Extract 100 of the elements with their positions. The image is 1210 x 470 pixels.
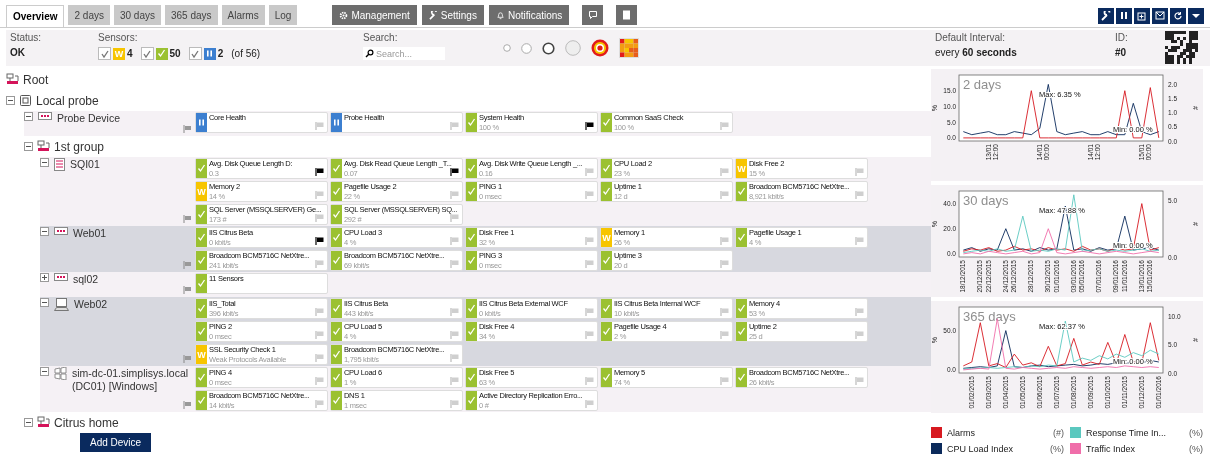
device-label[interactable]: Probe Device	[57, 112, 177, 125]
tab[interactable]: Overview	[6, 5, 65, 27]
tab[interactable]: 365 days	[165, 5, 218, 25]
caret-icon	[1192, 12, 1200, 19]
check-icon	[737, 187, 746, 196]
flag-icon[interactable]	[315, 168, 324, 176]
check-icon	[467, 396, 476, 405]
legend-label: Traffic Index	[1086, 443, 1137, 454]
search-label: Search:	[363, 32, 399, 43]
tab[interactable]: 2 days	[68, 5, 110, 25]
collapse-toggle[interactable]	[24, 418, 33, 427]
check-icon	[467, 304, 476, 313]
wrench-icon	[1101, 10, 1111, 21]
windows-icon	[54, 367, 67, 380]
device-label[interactable]: Web02	[74, 298, 192, 311]
group-icon	[37, 416, 50, 429]
pause-icon	[197, 118, 206, 127]
probe-label[interactable]: Local probe	[36, 93, 99, 108]
check-icon	[332, 396, 341, 405]
search-field[interactable]: Search...	[363, 47, 445, 60]
tab[interactable]: Alarms	[221, 5, 265, 25]
tab[interactable]: Log	[268, 5, 298, 25]
comment-button[interactable]	[582, 5, 604, 25]
dropdown-button[interactable]	[1188, 7, 1204, 24]
check-icon	[602, 304, 611, 313]
collapse-toggle[interactable]	[40, 298, 49, 307]
collapse-toggle[interactable]	[24, 142, 33, 151]
circle-icon[interactable]	[521, 42, 532, 54]
checkbox[interactable]	[188, 47, 202, 60]
check-icon	[197, 304, 206, 313]
checkbox[interactable]	[140, 47, 154, 60]
status-strip: W	[196, 182, 207, 201]
sensor-count: 4	[127, 48, 133, 59]
pause-icon	[1120, 11, 1128, 20]
check-icon	[737, 233, 746, 242]
check-icon	[332, 304, 341, 313]
device-label[interactable]: sql02	[73, 273, 192, 286]
small-circle-icon[interactable]	[503, 44, 511, 52]
device-icon	[38, 112, 52, 120]
check-icon	[332, 164, 341, 173]
check-icon	[197, 210, 206, 219]
root-label[interactable]: Root	[23, 72, 49, 87]
check-icon	[197, 396, 206, 405]
flag-icon[interactable]	[450, 168, 459, 176]
check-icon	[602, 187, 611, 196]
device-label[interactable]: Web01	[73, 227, 192, 240]
add-device-button[interactable]: Add Device	[80, 433, 152, 452]
action-button[interactable]: Settings	[421, 5, 484, 25]
ring-icon[interactable]	[542, 41, 555, 55]
probe-icon	[19, 94, 32, 107]
check-icon	[332, 350, 341, 359]
search-icon	[365, 49, 374, 58]
action-button[interactable]: Management	[332, 5, 417, 25]
qr-code-icon[interactable]	[1165, 31, 1198, 64]
collapse-toggle[interactable]	[24, 112, 33, 121]
legend-label: Response Time In...	[1086, 427, 1168, 438]
id-value: #0	[1115, 47, 1128, 58]
large-circle-icon[interactable]	[565, 40, 581, 56]
wrench-button[interactable]	[1098, 7, 1114, 24]
check-icon	[467, 233, 476, 242]
mail-button[interactable]	[1152, 7, 1168, 24]
speech-bubble-icon	[587, 10, 598, 20]
pause-button[interactable]	[1116, 7, 1132, 24]
check-icon	[467, 118, 476, 127]
checkbox[interactable]	[98, 47, 111, 60]
check-icon	[602, 327, 611, 336]
action-button[interactable]: Notifications	[488, 5, 570, 25]
add-button[interactable]	[1134, 7, 1150, 24]
chart-title: 2 days	[963, 77, 1002, 92]
collapse-toggle[interactable]	[40, 158, 49, 167]
target-icon[interactable]	[591, 39, 609, 57]
collapse-toggle[interactable]	[6, 96, 15, 105]
collapse-toggle[interactable]	[40, 367, 49, 376]
check-icon	[602, 373, 611, 382]
wrench-icon	[428, 10, 438, 20]
check-icon	[197, 373, 206, 382]
tab[interactable]: 30 days	[113, 5, 161, 25]
status-strip: W	[196, 345, 207, 364]
device-label[interactable]: sim-dc-01.simplisys.local (DC01) [Windows]	[72, 367, 192, 393]
collapse-toggle[interactable]	[40, 273, 49, 282]
check-icon	[197, 327, 206, 336]
flag-icon[interactable]	[315, 237, 324, 245]
legend-unit: (%)	[1189, 443, 1203, 454]
flag-icon[interactable]	[585, 122, 594, 130]
check-icon	[737, 373, 746, 382]
check-icon	[602, 118, 611, 127]
document-button[interactable]	[616, 5, 638, 25]
id-label: ID:	[1115, 32, 1129, 43]
group-label[interactable]: 1st group	[54, 139, 105, 154]
refresh-button[interactable]	[1170, 7, 1186, 24]
check-icon	[467, 164, 476, 173]
legend-unit: (#)	[1053, 427, 1064, 438]
group-label[interactable]: Citrus home	[54, 415, 119, 430]
legend-unit: (%)	[1189, 427, 1203, 438]
check-icon	[197, 256, 206, 265]
collapse-toggle[interactable]	[40, 227, 49, 236]
heatmap-icon[interactable]	[619, 38, 639, 58]
status-strip: W	[601, 228, 612, 247]
status-strip: W	[736, 159, 747, 178]
device-label[interactable]: SQI01	[70, 158, 190, 171]
